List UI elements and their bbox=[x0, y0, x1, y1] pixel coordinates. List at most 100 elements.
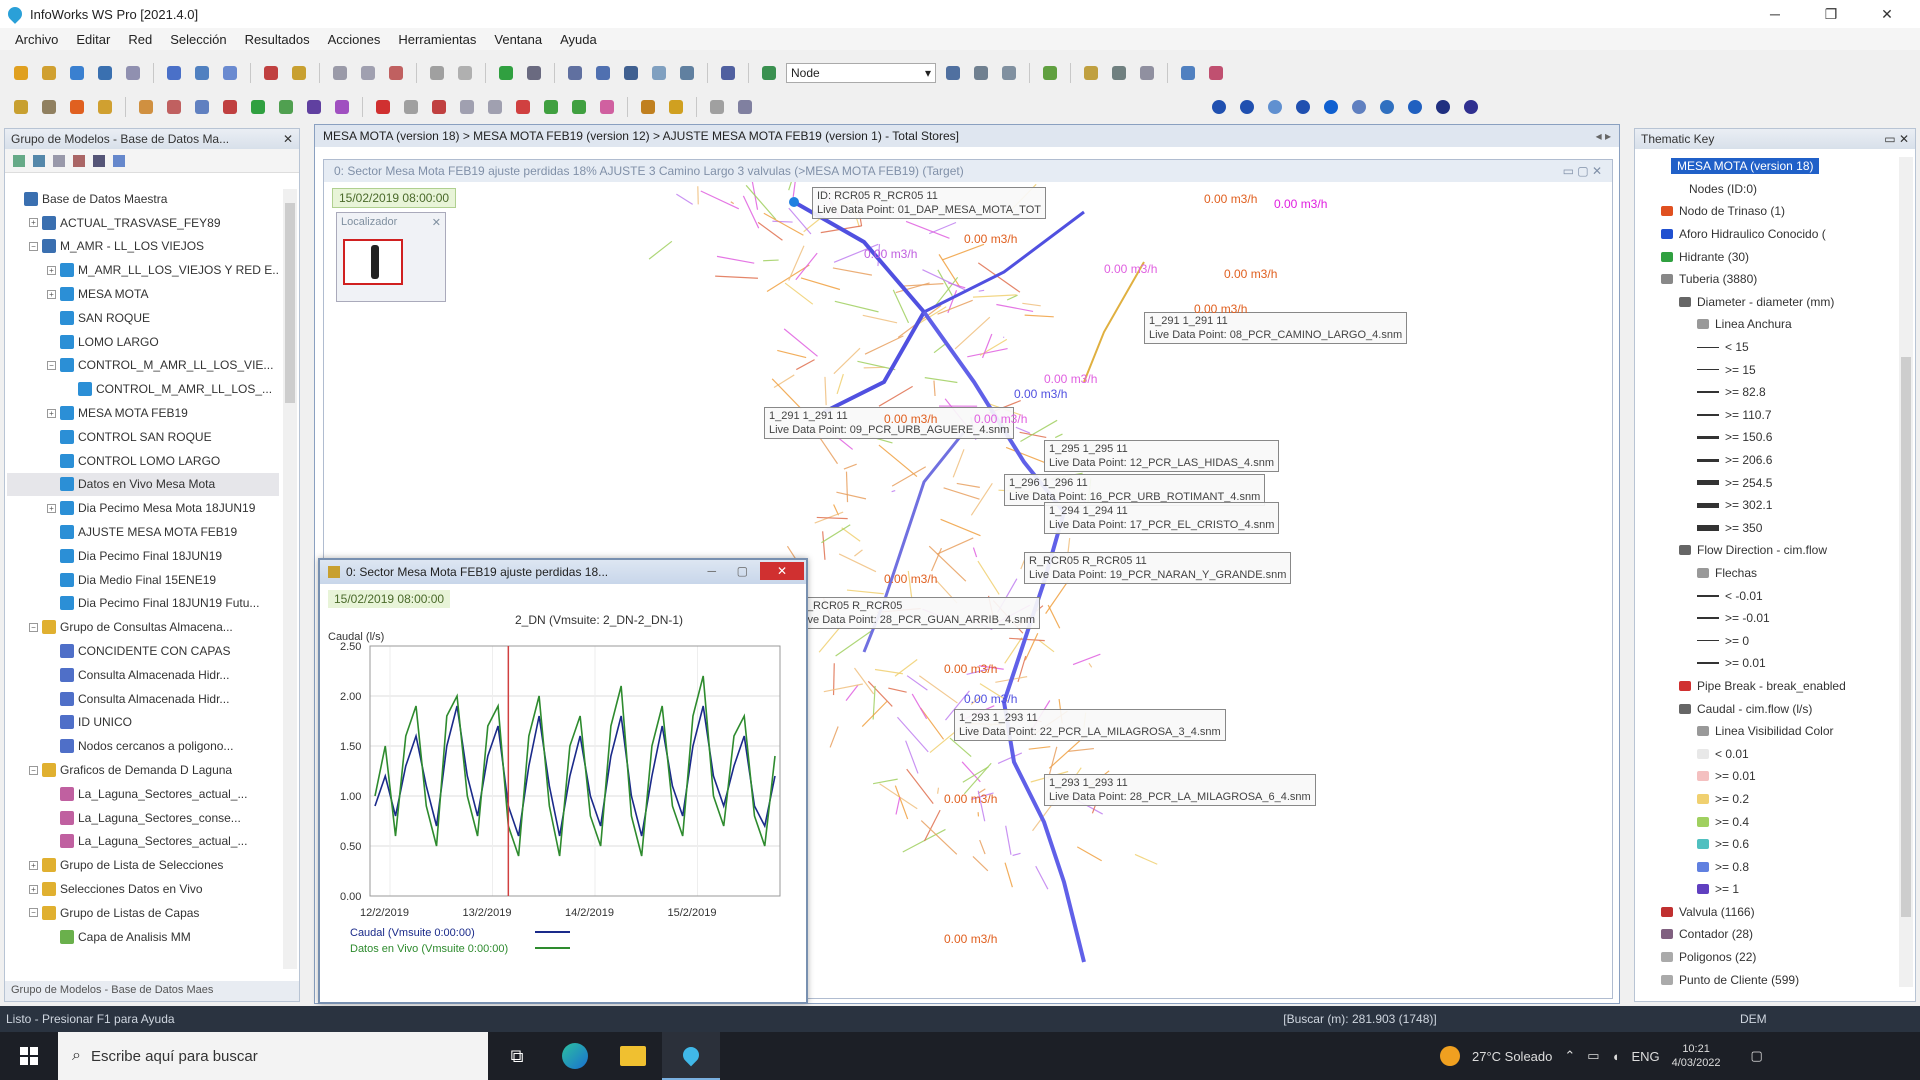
thematic-item[interactable]: >= 110.7 bbox=[1639, 404, 1897, 427]
expand-icon[interactable]: + bbox=[47, 503, 56, 513]
graph-close-button[interactable]: ✕ bbox=[760, 562, 804, 580]
expand-icon[interactable]: + bbox=[29, 884, 38, 894]
model-tree-item[interactable]: + MESA MOTA bbox=[7, 282, 279, 306]
expand-icon[interactable]: + bbox=[29, 218, 38, 228]
playback-button-8[interactable] bbox=[1432, 96, 1454, 118]
model-tree-item[interactable]: − CONTROL_M_AMR_LL_LOS_VIE... bbox=[7, 354, 279, 378]
chevron-up-icon[interactable]: ⌃ bbox=[1564, 1048, 1575, 1064]
model-tree-item[interactable]: + MESA MOTA FEB19 bbox=[7, 401, 279, 425]
thematic-item[interactable]: Contador (28) bbox=[1639, 923, 1897, 946]
toolbar-button-8[interactable] bbox=[219, 62, 241, 84]
close-button[interactable]: ✕ bbox=[1864, 0, 1910, 28]
toolbar2-button-3[interactable] bbox=[94, 96, 116, 118]
toolbar2-button-6[interactable] bbox=[163, 96, 185, 118]
thematic-item[interactable]: Diameter - diameter (mm) bbox=[1639, 291, 1897, 314]
model-tree-item[interactable]: − Grupo de Consultas Almacena... bbox=[7, 615, 279, 639]
collapse-icon[interactable]: − bbox=[29, 765, 38, 775]
thematic-item[interactable]: >= 0.6 bbox=[1639, 833, 1897, 856]
task-view-icon[interactable]: ⧉ bbox=[488, 1046, 546, 1067]
model-tree-item[interactable]: +Dia Pecimo Final 18JUN19 bbox=[7, 544, 279, 568]
collapse-icon[interactable]: − bbox=[29, 241, 38, 251]
expand-icon[interactable]: + bbox=[47, 265, 56, 275]
live-data-label[interactable]: 1_291 1_291 11 Live Data Point: 08_PCR_CA… bbox=[1144, 312, 1408, 344]
toolbar-button-26[interactable] bbox=[648, 62, 670, 84]
toolbar2-button-10[interactable] bbox=[275, 96, 297, 118]
thematic-item[interactable]: Tuberia (3880) bbox=[1639, 268, 1897, 291]
model-tree-item[interactable]: +CONCIDENTE CON CAPAS bbox=[7, 639, 279, 663]
model-tree-item[interactable]: +LOMO LARGO bbox=[7, 330, 279, 354]
playback-button-2[interactable] bbox=[1264, 96, 1286, 118]
thematic-item[interactable]: >= 350 bbox=[1639, 517, 1897, 540]
expand-icon[interactable]: + bbox=[29, 860, 38, 870]
toolbar-button-13[interactable] bbox=[329, 62, 351, 84]
toolbar2-button-22[interactable] bbox=[596, 96, 618, 118]
graph-maximize-button[interactable]: ▢ bbox=[737, 564, 748, 578]
model-tree-item[interactable]: +ID UNICO bbox=[7, 711, 279, 735]
thematic-item[interactable]: >= 150.6 bbox=[1639, 426, 1897, 449]
link-icon[interactable] bbox=[113, 154, 125, 167]
thematic-item[interactable]: >= 15 bbox=[1639, 358, 1897, 381]
toolbar-button-2[interactable] bbox=[66, 62, 88, 84]
playback-button-4[interactable] bbox=[1320, 96, 1342, 118]
thematic-item[interactable]: Aforo Hidraulico Conocido ( bbox=[1639, 223, 1897, 246]
toolbar-button-r7[interactable] bbox=[1108, 62, 1130, 84]
map-window-controls-icon[interactable]: ▭ ▢ ✕ bbox=[1563, 164, 1602, 178]
toolbar-button-23[interactable] bbox=[564, 62, 586, 84]
toolbar-button-0[interactable] bbox=[10, 62, 32, 84]
toolbar-button-15[interactable] bbox=[385, 62, 407, 84]
toolbar-button-21[interactable] bbox=[523, 62, 545, 84]
thematic-item[interactable]: >= 0.4 bbox=[1639, 810, 1897, 833]
playback-button-1[interactable] bbox=[1236, 96, 1258, 118]
toolbar2-button-16[interactable] bbox=[428, 96, 450, 118]
restore-button[interactable]: ❐ bbox=[1808, 0, 1854, 28]
toolbar-button-18[interactable] bbox=[454, 62, 476, 84]
thematic-item[interactable]: < 0.01 bbox=[1639, 742, 1897, 765]
infoworks-taskbar-icon[interactable] bbox=[662, 1032, 720, 1080]
start-button[interactable] bbox=[0, 1032, 58, 1080]
model-tree-item[interactable]: +CONTROL LOMO LARGO bbox=[7, 449, 279, 473]
menu-5[interactable]: Acciones bbox=[319, 32, 390, 47]
expand-icon[interactable]: + bbox=[47, 289, 56, 299]
volume-icon[interactable]: ◖ bbox=[1612, 1049, 1620, 1064]
model-tree-item[interactable]: +Datos en Vivo Mesa Mota bbox=[7, 472, 279, 497]
model-tree-item[interactable]: +Nodos cercanos a poligono... bbox=[7, 734, 279, 758]
toolbar2-button-12[interactable] bbox=[331, 96, 353, 118]
live-data-label[interactable]: R_RCR05 R_RCR05 11 Live Data Point: 19_PC… bbox=[1024, 552, 1292, 584]
notification-icon[interactable]: ▢ bbox=[1751, 1048, 1763, 1064]
thematic-item[interactable]: >= 0 bbox=[1639, 629, 1897, 652]
playback-button-6[interactable] bbox=[1376, 96, 1398, 118]
thematic-item[interactable]: < -0.01 bbox=[1639, 584, 1897, 607]
thematic-item[interactable]: Valvula (1166) bbox=[1639, 901, 1897, 924]
playback-button-3[interactable] bbox=[1292, 96, 1314, 118]
toolbar-button-r11[interactable] bbox=[1205, 62, 1227, 84]
menu-8[interactable]: Ayuda bbox=[551, 32, 606, 47]
toolbar2-button-24[interactable] bbox=[637, 96, 659, 118]
menu-1[interactable]: Editar bbox=[67, 32, 119, 47]
toolbar-button-7[interactable] bbox=[191, 62, 213, 84]
thematic-item[interactable]: >= 0.01 bbox=[1639, 652, 1897, 675]
thematic-item[interactable]: Nodes (ID:0) bbox=[1639, 178, 1897, 201]
model-tree-item[interactable]: +Consulta Almacenada Hidr... bbox=[7, 687, 279, 711]
clock[interactable]: 10:21 4/03/2022 bbox=[1672, 1042, 1721, 1070]
model-tree-item[interactable]: + Dia Pecimo Mesa Mota 18JUN19 bbox=[7, 496, 279, 520]
menu-4[interactable]: Resultados bbox=[236, 32, 319, 47]
toolbar-button-r8[interactable] bbox=[1136, 62, 1158, 84]
toolbar2-button-20[interactable] bbox=[540, 96, 562, 118]
thematic-item[interactable]: Nodo de Trinaso (1) bbox=[1639, 200, 1897, 223]
thematic-item[interactable]: Linea Visibilidad Color bbox=[1639, 720, 1897, 743]
toolbar-button-r2[interactable] bbox=[998, 62, 1020, 84]
menu-2[interactable]: Red bbox=[119, 32, 161, 47]
toolbar-button-6[interactable] bbox=[163, 62, 185, 84]
thematic-item[interactable]: Flow Direction - cim.flow bbox=[1639, 539, 1897, 562]
toolbar-button-20[interactable] bbox=[495, 62, 517, 84]
thematic-item[interactable]: MESA MOTA (version 18) bbox=[1639, 155, 1897, 178]
refresh-icon[interactable] bbox=[13, 154, 25, 167]
globe-icon[interactable] bbox=[33, 154, 45, 167]
thematic-item[interactable]: >= 82.8 bbox=[1639, 381, 1897, 404]
thematic-item[interactable]: Punto de Cliente (599) bbox=[1639, 968, 1897, 991]
live-data-label[interactable]: ID: RCR05 R_RCR05 11 Live Data Point: 01_… bbox=[812, 187, 1046, 219]
playback-button-0[interactable] bbox=[1208, 96, 1230, 118]
model-tree-item[interactable]: +Dia Medio Final 15ENE19 bbox=[7, 568, 279, 592]
toolbar-button-17[interactable] bbox=[426, 62, 448, 84]
taskbar-search[interactable]: ⌕ Escribe aquí para buscar bbox=[58, 1032, 488, 1080]
